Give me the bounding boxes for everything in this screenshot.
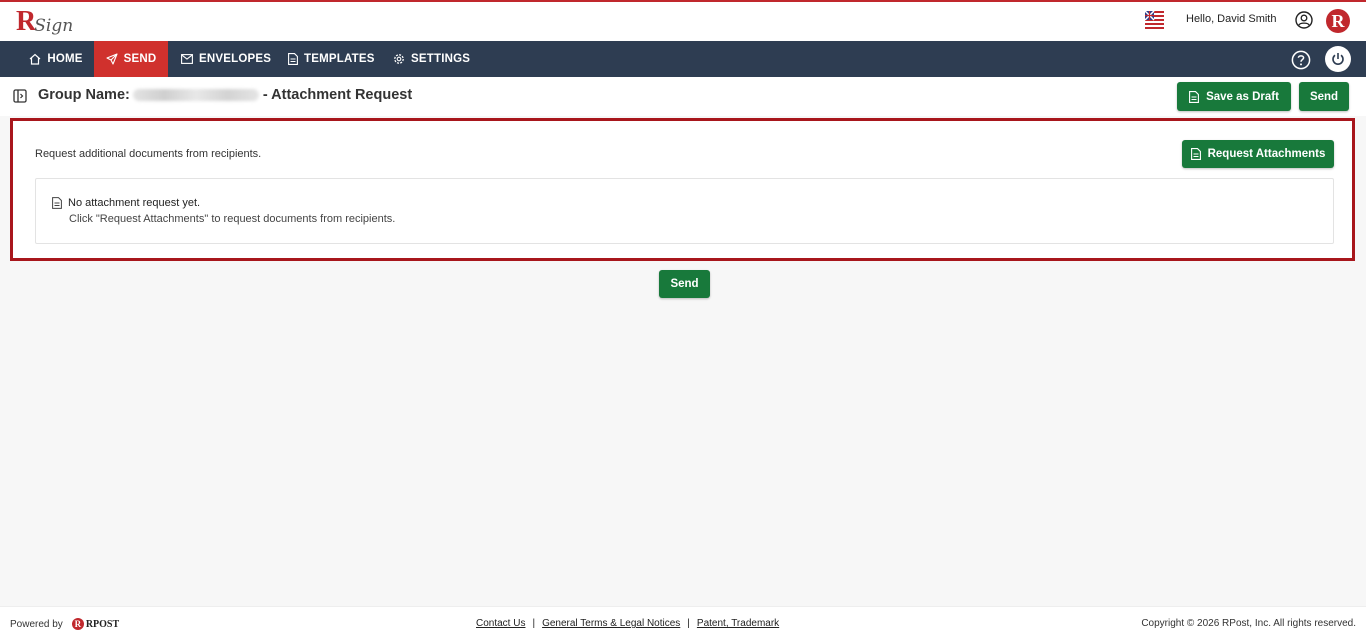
paper-plane-icon: [106, 53, 118, 65]
nav-templates-label: TEMPLATES: [304, 53, 375, 65]
nav-envelopes-label: ENVELOPES: [199, 53, 272, 65]
powered-by: Powered by R RPOST: [10, 618, 119, 630]
request-attachments-button[interactable]: Request Attachments: [1182, 140, 1334, 168]
user-profile-icon[interactable]: [1295, 11, 1313, 29]
send-button-bottom[interactable]: Send: [659, 270, 710, 298]
empty-state-box: [35, 178, 1334, 244]
contact-us-link[interactable]: Contact Us: [476, 618, 525, 629]
language-flag-icon[interactable]: [1145, 11, 1164, 29]
save-as-draft-label: Save as Draft: [1206, 90, 1279, 103]
sidebar-toggle-icon[interactable]: [13, 89, 27, 103]
empty-state-title: No attachment request yet.: [68, 197, 201, 209]
nav-envelopes[interactable]: ENVELOPES: [181, 41, 271, 77]
patent-trademark-link[interactable]: Patent, Trademark: [697, 618, 779, 629]
rpost-logo-text: RPOST: [85, 618, 120, 630]
brand-badge[interactable]: R: [1326, 9, 1350, 33]
nav-home[interactable]: HOME: [18, 41, 94, 77]
nav-settings-label: SETTINGS: [411, 53, 471, 65]
footer-links: Contact Us | General Terms & Legal Notic…: [476, 618, 779, 629]
empty-state-subtitle: Click "Request Attachments" to request d…: [69, 213, 396, 225]
nav-settings[interactable]: SETTINGS: [393, 41, 470, 77]
document-icon: [1190, 148, 1201, 160]
power-icon: [1332, 53, 1344, 65]
footer-separator: |: [532, 618, 536, 629]
home-icon: [29, 53, 41, 65]
send-label-top: Send: [1309, 90, 1339, 103]
save-as-draft-button[interactable]: Save as Draft: [1177, 82, 1291, 111]
logout-button[interactable]: [1325, 46, 1351, 72]
nav-send[interactable]: SEND: [94, 41, 168, 77]
nav-send-label: SEND: [123, 53, 157, 65]
page-title: Group Name: - Attachment Request: [38, 87, 412, 103]
group-name-value-redacted: [132, 89, 259, 101]
request-attachments-label: Request Attachments: [1207, 148, 1326, 160]
help-icon[interactable]: [1291, 50, 1311, 70]
logo-text: Sign: [34, 16, 74, 36]
powered-by-label: Powered by: [10, 618, 63, 630]
send-label-bottom: Send: [670, 278, 699, 290]
rsign-logo[interactable]: R Sign: [16, 4, 74, 37]
send-button-top[interactable]: Send: [1299, 82, 1349, 111]
document-icon: [1189, 90, 1200, 103]
nav-templates[interactable]: TEMPLATES: [288, 41, 375, 77]
gear-icon: [394, 54, 404, 64]
rpost-logo-mark: R: [71, 618, 84, 630]
document-icon: [288, 53, 298, 65]
copyright: Copyright © 2026 RPost, Inc. All rights …: [1141, 618, 1356, 629]
document-icon: [52, 197, 62, 209]
rpost-logo: R RPOST: [71, 618, 120, 630]
envelope-icon: [181, 54, 193, 64]
footer-separator: |: [687, 618, 690, 629]
group-name-label: Group Name:: [38, 87, 130, 103]
logo-letter: R: [16, 6, 37, 37]
user-greeting: Hello, David Smith: [1186, 13, 1277, 25]
panel-description: Request additional documents from recipi…: [35, 148, 262, 160]
page-title-suffix: - Attachment Request: [262, 87, 413, 103]
terms-link[interactable]: General Terms & Legal Notices: [542, 618, 680, 629]
nav-home-label: HOME: [47, 53, 83, 65]
